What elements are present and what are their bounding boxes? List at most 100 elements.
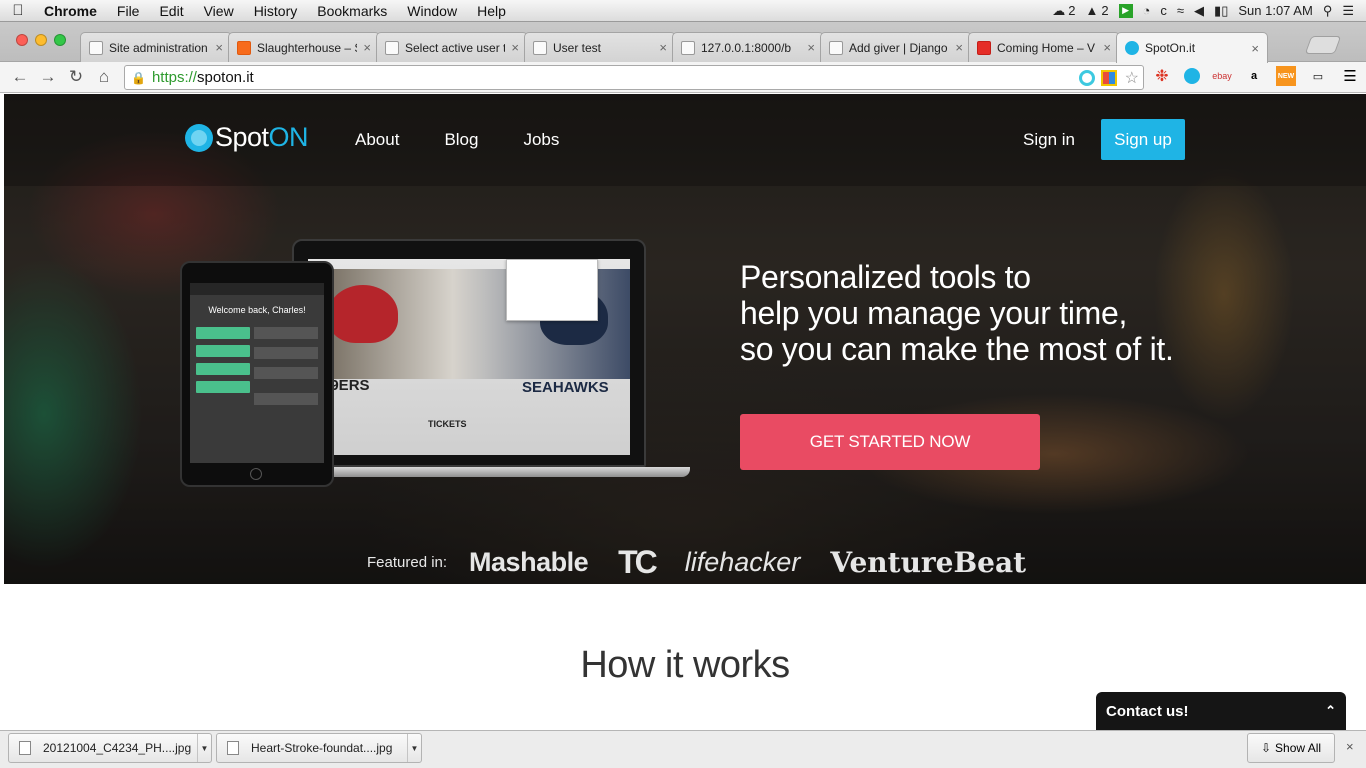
menu-window[interactable]: Window bbox=[397, 3, 467, 19]
file-icon bbox=[227, 741, 239, 755]
tab-select-active-user[interactable]: Select active user t × bbox=[376, 32, 528, 62]
close-tab-icon[interactable]: × bbox=[955, 40, 963, 55]
nav-blog-link[interactable]: Blog bbox=[444, 130, 478, 150]
tab-slaughterhouse[interactable]: Slaughterhouse – S × bbox=[228, 32, 380, 62]
new-tab-button[interactable] bbox=[1304, 36, 1342, 54]
tab-spoton[interactable]: SpotOn.it × bbox=[1116, 32, 1268, 63]
tablet-row bbox=[254, 347, 318, 359]
web-page: SpotON About Blog Jobs Sign in Sign up 4… bbox=[4, 94, 1366, 730]
download-item[interactable]: Heart-Stroke-foundat....jpg ▼ bbox=[216, 733, 422, 763]
play-status-icon[interactable]: ▶ bbox=[1118, 3, 1133, 18]
close-tab-icon[interactable]: × bbox=[215, 40, 223, 55]
close-tab-icon[interactable]: × bbox=[363, 40, 371, 55]
techcrunch-logo[interactable]: TC bbox=[618, 544, 658, 581]
close-downloads-icon[interactable]: × bbox=[1346, 739, 1354, 754]
spoton-logo[interactable]: SpotON bbox=[185, 122, 309, 153]
menu-chrome[interactable]: Chrome bbox=[36, 3, 107, 19]
address-bar[interactable]: 🔒 https:// spoton.it ☆ bbox=[124, 65, 1144, 90]
chevron-down-icon[interactable]: ▼ bbox=[407, 734, 421, 762]
headline-line-2: help you manage your time, bbox=[740, 295, 1128, 331]
red-badge-extension-icon[interactable]: ❉ bbox=[1152, 66, 1172, 86]
close-tab-icon[interactable]: × bbox=[511, 40, 519, 55]
tab-localhost[interactable]: 127.0.0.1:8000/b × bbox=[672, 32, 824, 62]
close-tab-icon[interactable]: × bbox=[659, 40, 667, 55]
lifehacker-logo[interactable]: lifehacker bbox=[685, 547, 801, 578]
menu-edit[interactable]: Edit bbox=[149, 3, 193, 19]
download-item[interactable]: 20121004_C4234_PH....jpg ▼ bbox=[8, 733, 212, 763]
notification-list-icon[interactable]: ☰ bbox=[1342, 3, 1354, 19]
time-machine-icon[interactable]: ◔ bbox=[1143, 3, 1151, 18]
tickets-label: TICKETS bbox=[428, 419, 467, 429]
close-tab-icon[interactable]: × bbox=[807, 40, 815, 55]
menu-history[interactable]: History bbox=[244, 3, 308, 19]
extension-popup-image bbox=[506, 259, 598, 321]
tablet-event bbox=[196, 327, 250, 339]
tab-strip: Site administration × Slaughterhouse – S ×… bbox=[0, 22, 1366, 63]
49ers-helmet-image bbox=[328, 285, 398, 343]
cloud-status-icon[interactable]: ☁ 2 bbox=[1052, 3, 1075, 19]
home-icon[interactable]: ⌂ bbox=[90, 67, 118, 87]
venturebeat-logo[interactable]: VentureBeat bbox=[830, 546, 1026, 579]
chrome-menu-icon[interactable]: ☰ bbox=[1340, 66, 1360, 86]
close-tab-icon[interactable]: × bbox=[1251, 41, 1259, 56]
spoton-logo-icon bbox=[185, 123, 213, 152]
bookmark-star-icon[interactable]: ☆ bbox=[1125, 68, 1139, 88]
minimize-window-button[interactable] bbox=[35, 34, 47, 46]
mashable-logo[interactable]: Mashable bbox=[469, 547, 589, 578]
spotlight-icon[interactable]: ⚲ bbox=[1323, 3, 1333, 19]
menu-view[interactable]: View bbox=[194, 3, 244, 19]
menu-help[interactable]: Help bbox=[467, 3, 516, 19]
logo-on: ON bbox=[268, 122, 309, 152]
adobe-status-icon[interactable]: ▲ 2 bbox=[1085, 3, 1108, 18]
nav-jobs-link[interactable]: Jobs bbox=[523, 130, 559, 150]
forward-arrow-icon[interactable]: → bbox=[34, 67, 62, 87]
sign-up-button[interactable]: Sign up bbox=[1101, 119, 1185, 160]
back-arrow-icon[interactable]: ← bbox=[6, 67, 34, 87]
zoom-window-button[interactable] bbox=[54, 34, 66, 46]
tablet-row bbox=[254, 367, 318, 379]
tablet-header bbox=[190, 283, 324, 295]
cast-extension-icon[interactable]: ▭ bbox=[1308, 66, 1328, 86]
tab-coming-home[interactable]: Coming Home – V × bbox=[968, 32, 1120, 62]
battery-icon[interactable]: ▮▯ bbox=[1214, 3, 1228, 19]
tab-add-giver[interactable]: Add giver | Django × bbox=[820, 32, 972, 62]
clock[interactable]: Sun 1:07 AM bbox=[1238, 3, 1312, 18]
menu-file[interactable]: File bbox=[107, 3, 150, 19]
nav-about-link[interactable]: About bbox=[355, 130, 399, 150]
contact-us-label: Contact us! bbox=[1106, 702, 1189, 720]
laptop-screen: 49ERS SEAHAWKS TICKETS bbox=[308, 259, 630, 455]
ring-extension-icon[interactable] bbox=[1079, 70, 1095, 86]
sign-in-link[interactable]: Sign in bbox=[1023, 130, 1075, 150]
amazon-extension-icon[interactable]: a bbox=[1244, 66, 1264, 86]
tab-title: Coming Home – V bbox=[997, 40, 1096, 55]
device-illustration: 49ERS SEAHAWKS TICKETS Welcome back, Cha… bbox=[180, 239, 690, 489]
hero-section: SpotON About Blog Jobs Sign in Sign up 4… bbox=[4, 94, 1366, 584]
tablet-row bbox=[254, 393, 318, 405]
ebay-extension-icon[interactable]: ebay bbox=[1212, 66, 1232, 86]
close-window-button[interactable] bbox=[16, 34, 28, 46]
close-tab-icon[interactable]: × bbox=[1103, 40, 1111, 55]
get-started-button[interactable]: GET STARTED NOW bbox=[740, 414, 1040, 470]
spoton-extension-icon[interactable] bbox=[1184, 68, 1200, 84]
apple-icon[interactable]:  bbox=[0, 2, 36, 19]
bluetooth-icon[interactable]: ϲ bbox=[1160, 3, 1167, 18]
new-badge-extension-icon[interactable]: NEW bbox=[1276, 66, 1296, 86]
tab-site-administration[interactable]: Site administration × bbox=[80, 32, 232, 62]
page-icon bbox=[681, 40, 695, 55]
tab-list: Site administration × Slaughterhouse – S ×… bbox=[80, 32, 1268, 63]
wifi-icon[interactable]: ≈ bbox=[1177, 3, 1184, 18]
reload-icon[interactable]: ↻ bbox=[62, 67, 90, 87]
page-icon bbox=[829, 40, 843, 55]
color-extension-icon[interactable] bbox=[1101, 70, 1117, 86]
url-scheme: https:// bbox=[151, 69, 197, 86]
contact-us-widget[interactable]: Contact us! ⌃ bbox=[1096, 692, 1346, 730]
chevron-down-icon[interactable]: ▼ bbox=[197, 734, 211, 762]
show-all-downloads-button[interactable]: ⇩ Show All bbox=[1247, 733, 1335, 763]
menu-bookmarks[interactable]: Bookmarks bbox=[307, 3, 397, 19]
team-right-label: SEAHAWKS bbox=[522, 379, 609, 396]
tab-user-test[interactable]: User test × bbox=[524, 32, 676, 62]
chevron-up-icon[interactable]: ⌃ bbox=[1325, 703, 1336, 719]
volume-icon[interactable]: ◀ bbox=[1194, 3, 1204, 19]
logo-text: SpotON bbox=[215, 122, 309, 153]
hero-headline: Personalized tools to help you manage yo… bbox=[740, 259, 1174, 367]
